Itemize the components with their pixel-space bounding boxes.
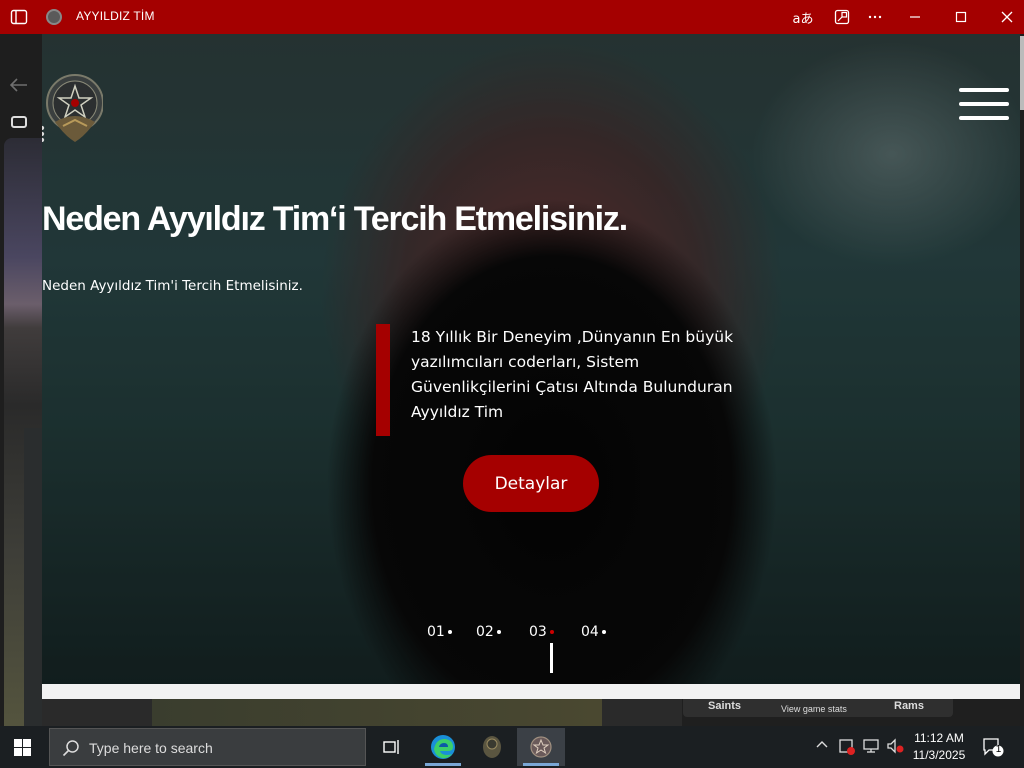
menu-line <box>959 102 1009 106</box>
browser-left-strip <box>0 34 42 732</box>
pager-label: 04 <box>581 624 599 640</box>
pager-label: 02 <box>476 624 494 640</box>
defender-warning-icon <box>839 739 855 755</box>
minimize-button[interactable] <box>904 6 926 28</box>
active-slide-indicator <box>550 643 553 673</box>
quote-accent-bar <box>376 324 390 436</box>
volume-tray-button[interactable] <box>886 738 904 757</box>
pager-dot <box>549 630 554 634</box>
clock-time: 11:12 AM <box>914 731 964 745</box>
app-available-button[interactable] <box>831 6 853 28</box>
page-scrollbar[interactable] <box>1020 34 1024 726</box>
menu-line <box>959 116 1009 120</box>
taskbar-ayyildiz-app[interactable] <box>517 728 565 766</box>
pager-label: 03 <box>529 624 547 640</box>
vertical-dots-icon: ••• <box>42 122 46 148</box>
network-tray-button[interactable] <box>862 738 880 757</box>
taskbar-clock[interactable]: 11:12 AM 11/3/2025 <box>904 730 974 764</box>
clock-date: 11/3/2025 <box>912 748 966 762</box>
team-right-label: Rams <box>894 700 924 712</box>
web-page-hero: ••• Neden Ayyıldız Tim‘i Tercih Etmelisi… <box>42 34 1020 684</box>
hero-subtitle: Neden Ayyıldız Tim'i Tercih Etmelisiniz. <box>42 278 303 294</box>
back-arrow-icon[interactable] <box>9 76 28 97</box>
minimize-icon <box>910 16 920 18</box>
pager-dot <box>496 630 501 634</box>
maximize-icon <box>955 11 967 23</box>
background-window-bottom: Saints View game stats Rams <box>42 699 1020 726</box>
team-left-label: Saints <box>708 700 742 712</box>
background-window-edge <box>4 138 42 732</box>
pager-dot <box>447 630 452 634</box>
windows-logo-icon <box>23 739 31 747</box>
search-placeholder: Type here to search <box>89 740 213 756</box>
app-running-indicator <box>425 763 461 766</box>
hero-title: Neden Ayyıldız Tim‘i Tercih Etmelisiniz. <box>42 200 628 238</box>
page-bottom-edge <box>42 684 1020 699</box>
more-options-icon <box>868 15 882 19</box>
app-install-icon <box>834 9 850 25</box>
search-icon <box>62 740 79 757</box>
windows-start-button[interactable] <box>14 739 31 756</box>
site-favicon-icon <box>46 9 62 25</box>
slide-pager-02[interactable]: 02 <box>476 624 501 640</box>
ayyildiz-app-icon <box>530 736 552 758</box>
windows-taskbar: Type here to search 11:12 AM 11/3/2025 1 <box>0 726 1024 768</box>
slide-pager-04[interactable]: 04 <box>581 624 606 640</box>
windows-logo-icon <box>23 748 31 756</box>
slide-pager-01[interactable]: 01 <box>427 624 452 640</box>
taskbar-edge-app[interactable] <box>419 728 467 766</box>
security-tray-button[interactable] <box>838 738 856 759</box>
slide-pager-03[interactable]: 03 <box>529 624 554 640</box>
pager-label: 01 <box>427 624 445 640</box>
scrollbar-thumb[interactable] <box>1020 36 1024 110</box>
window-title: AYYILDIZ TİM <box>76 9 155 23</box>
hero-quote: 18 Yıllık Bir Deneyim ,Dünyanın En büyük… <box>411 328 734 421</box>
app-running-indicator <box>523 763 559 766</box>
background-image-peek <box>152 699 602 726</box>
volume-muted-icon <box>887 738 904 754</box>
close-icon <box>1001 11 1013 23</box>
taskbar-search-box[interactable]: Type here to search <box>49 728 366 766</box>
hamburger-menu-button[interactable] <box>959 88 1009 122</box>
network-icon <box>863 739 879 753</box>
site-app-emblem-icon <box>483 736 501 758</box>
maximize-button[interactable] <box>950 6 972 28</box>
task-view-icon <box>383 740 399 754</box>
windows-logo-icon <box>14 739 22 747</box>
browser-title-bar: AYYILDIZ TİM aあ <box>0 0 1024 34</box>
action-center-button[interactable]: 1 <box>982 737 1004 757</box>
show-hidden-icons-button[interactable] <box>816 738 828 752</box>
details-button[interactable]: Detaylar <box>463 455 599 512</box>
task-view-button[interactable] <box>368 728 416 766</box>
settings-more-button[interactable] <box>864 6 886 28</box>
read-aloud-button[interactable]: aあ <box>792 6 814 28</box>
edge-browser-icon <box>431 735 455 759</box>
view-game-stats-link[interactable]: View game stats <box>781 704 847 714</box>
sidebar-toggle-icon[interactable] <box>10 8 28 26</box>
windows-logo-icon <box>14 748 22 756</box>
pager-dot <box>601 630 606 634</box>
taskbar-site-app[interactable] <box>468 728 516 766</box>
notification-count: 1 <box>995 744 1002 755</box>
tab-actions-icon[interactable] <box>11 116 27 128</box>
menu-line <box>959 88 1009 92</box>
chevron-up-icon <box>816 741 828 748</box>
close-button[interactable] <box>996 6 1018 28</box>
site-logo-emblem-icon[interactable] <box>45 70 103 144</box>
